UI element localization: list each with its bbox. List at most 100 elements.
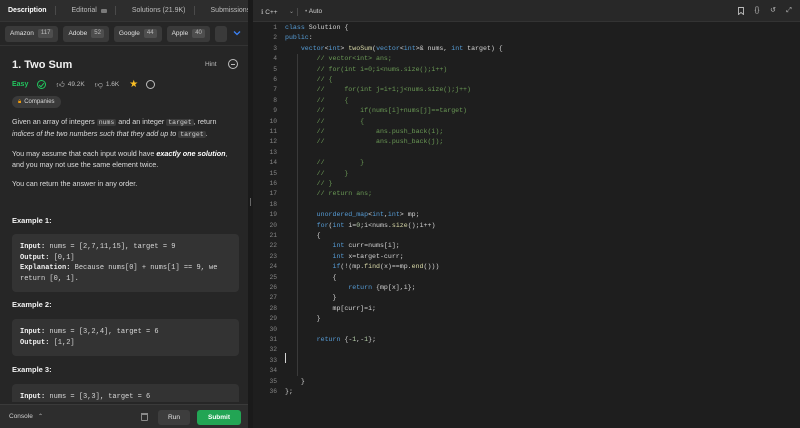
code-line[interactable]: 4 // vector<int> ans;	[253, 55, 800, 65]
example-value: nums = [3,2,4], target = 6	[45, 328, 159, 336]
code-text: // {	[316, 117, 365, 125]
problem-description: Given an array of integers nums and an i…	[12, 116, 238, 197]
console-toggle[interactable]: Console	[9, 413, 33, 420]
line-number: 12	[269, 138, 277, 146]
tab-editorial[interactable]: Editorial	[64, 0, 124, 22]
company-chip-apple[interactable]: Apple 40	[166, 25, 210, 42]
company-chip-more[interactable]	[214, 25, 227, 42]
company-chip-adobe[interactable]: Adobe 52	[63, 25, 109, 42]
line-number: 25	[269, 273, 277, 281]
code-line[interactable]: 16 // }	[253, 180, 800, 190]
tab-description[interactable]: Description	[0, 0, 64, 22]
code-area[interactable]: 1 class Solution {2 public: 3 vector<int> t…	[253, 24, 800, 404]
code-line[interactable]: 3 vector<int> twoSum(vector<int>& nums, …	[253, 45, 800, 55]
code-line[interactable]: 19 unordered_map<int,int> mp;	[253, 211, 800, 221]
braces-icon[interactable]: {}	[753, 7, 761, 15]
code-line[interactable]: 30	[253, 326, 800, 336]
description-paragraph: Given an array of integers nums and an i…	[12, 116, 238, 140]
code-line[interactable]: 28 mp[curr]=i;	[253, 305, 800, 315]
company-name: Apple	[171, 30, 189, 37]
example-title: Example 2:	[12, 300, 52, 309]
code-line[interactable]: 31 return {-1,-1};	[253, 336, 800, 346]
language-select[interactable]: ℹ C++	[261, 8, 278, 16]
companies-tag[interactable]: 🔒︎ Companies	[12, 96, 61, 108]
code-line[interactable]: 13	[253, 149, 800, 159]
autocomplete-mode[interactable]: • Auto	[305, 8, 322, 15]
code-text: // if(nums[i]+nums[j]==target)	[316, 107, 468, 115]
desc-text: Given an array of integers	[12, 117, 97, 126]
hint-button[interactable]: Hint	[205, 61, 217, 68]
line-number: 3	[273, 44, 277, 52]
tab-solutions[interactable]: Solutions (21.9K)	[124, 0, 203, 22]
trash-icon[interactable]	[141, 413, 148, 421]
chevron-down-icon[interactable]	[232, 28, 242, 38]
code-text: // }	[316, 159, 365, 167]
chevron-up-icon[interactable]: ⌃	[38, 413, 43, 420]
submit-button[interactable]: Submit	[197, 410, 241, 425]
code-line[interactable]: 34	[253, 367, 800, 377]
code-editor-panel: ℹ C++ ⌄ • Auto {} ↺ ⤢ 1 class Solution {2…	[253, 0, 800, 428]
code-line[interactable]: 15 // }	[253, 170, 800, 180]
code-line[interactable]: 8 // {	[253, 97, 800, 107]
tab-divider	[54, 6, 56, 15]
line-number: 16	[269, 180, 277, 187]
code-line[interactable]: 2 public:	[253, 34, 800, 44]
fullscreen-icon[interactable]: ⤢	[785, 7, 793, 15]
example-title: Example 3:	[12, 365, 52, 374]
inline-code: target	[178, 131, 206, 138]
code-line[interactable]: 21 {	[253, 232, 800, 242]
code-line[interactable]: 20 for(int i=0;i<nums.size();i++)	[253, 222, 800, 232]
more-icon[interactable]	[228, 59, 238, 69]
thumbs-up-icon[interactable]: 👍︎	[56, 80, 64, 90]
example-value: [1,2]	[49, 338, 75, 347]
video-icon	[100, 8, 107, 13]
console-bar: Console ⌃ Run Submit	[0, 404, 248, 428]
solved-check-icon	[37, 80, 47, 89]
code-line[interactable]: 12 // ans.push_back(j);	[253, 138, 800, 148]
company-chip-google[interactable]: Google 44	[113, 25, 162, 42]
code-line[interactable]: 5 // for(int i=0;i<nums.size();i++)	[253, 66, 800, 76]
code-line[interactable]: 27 }	[253, 294, 800, 304]
code-text: return {-1,-1};	[316, 336, 377, 343]
code-text: // }	[316, 169, 349, 177]
star-icon[interactable]: ★	[129, 79, 138, 90]
code-line[interactable]: 35 }	[253, 378, 800, 388]
code-line[interactable]: 24 if(!(mp.find(x)==mp.end()))	[253, 263, 800, 273]
code-line[interactable]: 23 int x=target-curr;	[253, 253, 800, 263]
share-icon[interactable]	[146, 80, 156, 89]
difficulty-badge: Easy	[12, 81, 29, 88]
code-line[interactable]: 32	[253, 346, 800, 356]
desc-italic: indices of the two numbers such that the…	[12, 129, 179, 138]
bookmark-icon[interactable]	[737, 7, 745, 16]
code-line[interactable]: 17 // return ans;	[253, 190, 800, 200]
company-name: Amazon	[10, 30, 34, 37]
run-button[interactable]: Run	[158, 410, 190, 425]
code-line[interactable]: 10 // {	[253, 118, 800, 128]
tab-submissions-label: Submissions	[210, 7, 251, 14]
code-line[interactable]: 26 return {mp[x],i};	[253, 284, 800, 294]
code-line[interactable]: 7 // for(int j=i+1;j<nums.size();j++)	[253, 86, 800, 96]
code-line[interactable]: 33	[253, 357, 800, 367]
code-line[interactable]: 18	[253, 201, 800, 211]
code-text: // for(int i=0;i<nums.size();i++)	[316, 65, 448, 73]
chevron-down-icon[interactable]: ⌄	[289, 8, 294, 15]
company-chip-amazon[interactable]: Amazon 117	[5, 25, 59, 42]
thumbs-down-icon[interactable]: 👎︎	[95, 80, 103, 90]
example-input-line: Input: nums = [3,3], target = 6	[20, 392, 231, 402]
code-line[interactable]: 14 // }	[253, 159, 800, 169]
example-title: Example 1:	[12, 216, 52, 225]
tab-divider	[193, 6, 195, 15]
code-text: {	[285, 232, 321, 239]
code-line[interactable]: 11 // ans.push_back(i);	[253, 128, 800, 138]
code-line[interactable]: 1 class Solution {	[253, 24, 800, 34]
code-line[interactable]: 9 // if(nums[i]+nums[j]==target)	[253, 107, 800, 117]
code-line[interactable]: 6 // {	[253, 76, 800, 86]
code-line[interactable]: 36};	[253, 388, 800, 398]
reset-icon[interactable]: ↺	[769, 7, 777, 15]
line-number: 4	[273, 55, 277, 63]
code-line[interactable]: 29 }	[253, 315, 800, 325]
code-line[interactable]: 25 {	[253, 274, 800, 284]
line-number: 23	[269, 252, 277, 260]
problem-panel: Description Editorial Solutions (21.9K) …	[0, 0, 251, 428]
code-line[interactable]: 22 int curr=nums[i];	[253, 242, 800, 252]
